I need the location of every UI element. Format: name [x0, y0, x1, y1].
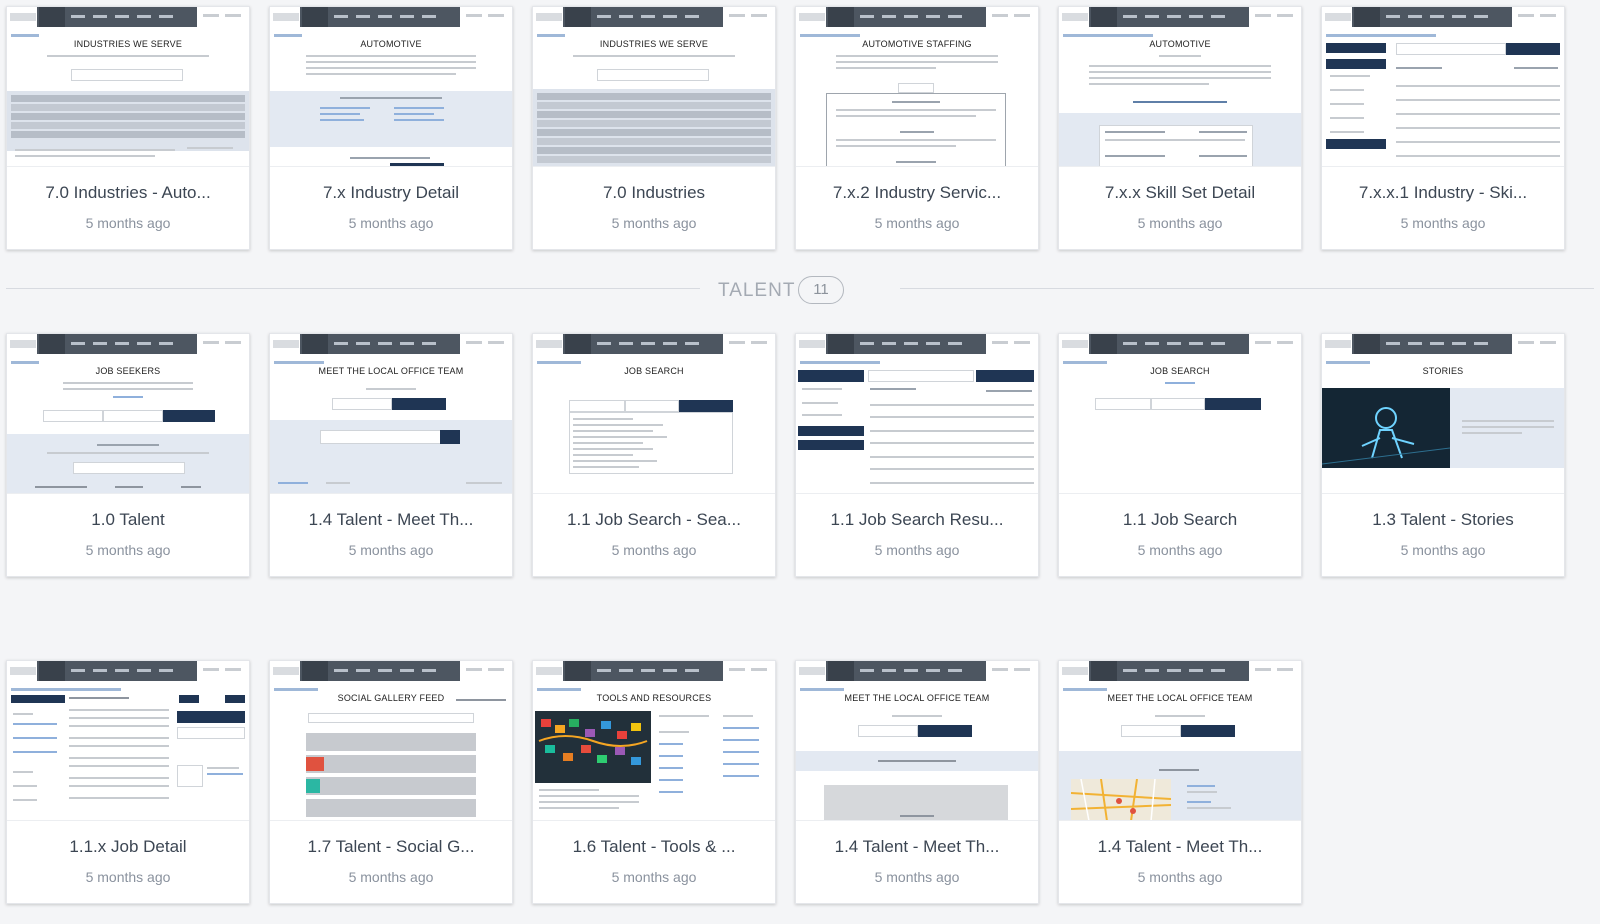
thumb-heading: INDUSTRIES WE SERVE [599, 39, 709, 49]
card-timestamp: 5 months ago [1137, 215, 1223, 231]
prototype-card[interactable]: INDUSTRIES WE SERVE 7.0 Industries 5 mon… [532, 6, 776, 250]
card-title: 7.0 Industries [602, 183, 706, 202]
prototype-card[interactable]: MEET THE LOCAL OFFICE TEAM 1.4 Talent - … [795, 660, 1039, 904]
thumb-heading: JOB SEARCH [1150, 366, 1210, 376]
prototype-card[interactable]: AUTOMOTIVE STAFFING 7.x.2 Industry Servi… [795, 6, 1039, 250]
thumb-heading: AUTOMOTIVE STAFFING [862, 39, 972, 49]
card-title: 1.4 Talent - Meet Th... [308, 510, 474, 529]
card-timestamp: 5 months ago [1137, 542, 1223, 558]
card-timestamp: 5 months ago [874, 542, 960, 558]
card-thumbnail: MEET THE LOCAL OFFICE TEAM [270, 334, 512, 494]
card-timestamp: 5 months ago [348, 869, 434, 885]
card-title: 1.0 Talent [91, 510, 165, 529]
thumb-heading: AUTOMOTIVE [1149, 39, 1211, 49]
prototype-card[interactable]: MEET THE LOCAL OFFICE TEAM 1.4 Talent - … [1058, 660, 1302, 904]
prototype-card[interactable]: TOOLS AND RESOURCES 1.6 Talent - Tools &… [532, 660, 776, 904]
card-title: 7.x.x.1 Industry - Ski... [1358, 183, 1528, 202]
prototype-card[interactable]: INDUSTRIES WE SERVE 7.0 Industries - Aut… [6, 6, 250, 250]
card-timestamp: 5 months ago [611, 542, 697, 558]
thumb-heading: STORIES [1422, 366, 1464, 376]
card-title: 7.x Industry Detail [322, 183, 460, 202]
card-thumbnail [796, 334, 1038, 494]
card-thumbnail: AUTOMOTIVE STAFFING [796, 7, 1038, 167]
section-count-badge: 11 [798, 276, 844, 304]
card-thumbnail: JOB SEEKERS [7, 334, 249, 494]
card-thumbnail: AUTOMOTIVE [1059, 7, 1301, 167]
card-timestamp: 5 months ago [85, 215, 171, 231]
prototype-card[interactable]: 1.1.x Job Detail 5 months ago [6, 660, 250, 904]
thumb-heading: TOOLS AND RESOURCES [596, 693, 712, 703]
card-timestamp: 5 months ago [874, 215, 960, 231]
card-timestamp: 5 months ago [874, 869, 960, 885]
thumb-heading: JOB SEARCH [624, 366, 684, 376]
card-title: 1.4 Talent - Meet Th... [834, 837, 1000, 856]
card-thumbnail [7, 661, 249, 821]
card-title: 1.1 Job Search [1122, 510, 1238, 529]
card-timestamp: 5 months ago [611, 869, 697, 885]
prototype-card[interactable]: JOB SEARCH 1.1 Job Search - Sea... 5 mon… [532, 333, 776, 577]
thumb-heading: SOCIAL GALLERY FEED [337, 693, 445, 703]
card-title: 1.6 Talent - Tools & ... [572, 837, 736, 856]
card-thumbnail: MEET THE LOCAL OFFICE TEAM [1059, 661, 1301, 821]
card-timestamp: 5 months ago [85, 542, 171, 558]
card-thumbnail: AUTOMOTIVE [270, 7, 512, 167]
card-timestamp: 5 months ago [1400, 542, 1486, 558]
card-timestamp: 5 months ago [1137, 869, 1223, 885]
section-label: TALENT [718, 280, 796, 301]
card-thumbnail: STORIES [1322, 334, 1564, 494]
card-title: 1.3 Talent - Stories [1372, 510, 1514, 529]
tools-infographic [535, 711, 651, 783]
card-title: 1.4 Talent - Meet Th... [1097, 837, 1263, 856]
card-title: 7.x.x Skill Set Detail [1104, 183, 1256, 202]
card-title: 7.x.2 Industry Servic... [832, 183, 1002, 202]
card-title: 1.1 Job Search Resu... [830, 510, 1004, 529]
prototype-card[interactable]: AUTOMOTIVE 7.x.x Skill Set Detail 5 mont… [1058, 6, 1302, 250]
card-timestamp: 5 months ago [348, 542, 434, 558]
prototype-card[interactable]: AUTOMOTIVE 7.x Industry Detail 5 months … [269, 6, 513, 250]
card-thumbnail: JOB SEARCH [533, 334, 775, 494]
prototype-card[interactable]: JOB SEARCH 1.1 Job Search 5 months ago [1058, 333, 1302, 577]
card-timestamp: 5 months ago [85, 869, 171, 885]
thumb-heading: AUTOMOTIVE [360, 39, 422, 49]
card-thumbnail: TOOLS AND RESOURCES [533, 661, 775, 821]
section-header[interactable]: TALENT 11 [700, 276, 900, 304]
card-timestamp: 5 months ago [348, 215, 434, 231]
thumb-heading: INDUSTRIES WE SERVE [73, 39, 183, 49]
card-timestamp: 5 months ago [611, 215, 697, 231]
thumb-heading: MEET THE LOCAL OFFICE TEAM [844, 693, 990, 703]
card-title: 1.1 Job Search - Sea... [567, 510, 741, 529]
prototype-card[interactable]: JOB SEEKERS 1.0 Talent 5 months ago [6, 333, 250, 577]
prototype-card[interactable]: STORIES 1.3 Talent - Stories 5 months ag… [1321, 333, 1565, 577]
card-thumbnail: JOB SEARCH [1059, 334, 1301, 494]
thumb-heading: JOB SEEKERS [95, 366, 161, 376]
thumb-heading: MEET THE LOCAL OFFICE TEAM [1107, 693, 1253, 703]
card-title: 1.7 Talent - Social G... [307, 837, 475, 856]
prototype-card[interactable]: 7.x.x.1 Industry - Ski... 5 months ago [1321, 6, 1565, 250]
card-thumbnail [1322, 7, 1564, 167]
thumb-heading: MEET THE LOCAL OFFICE TEAM [318, 366, 464, 376]
story-hero-image [1322, 388, 1451, 468]
card-timestamp: 5 months ago [1400, 215, 1486, 231]
card-thumbnail: INDUSTRIES WE SERVE [533, 7, 775, 167]
prototype-card[interactable]: MEET THE LOCAL OFFICE TEAM 1.4 Talent - … [269, 333, 513, 577]
office-map[interactable] [1070, 778, 1172, 820]
card-title: 7.0 Industries - Auto... [45, 183, 211, 202]
prototype-card[interactable]: SOCIAL GALLERY FEED 1.7 Talent - Social … [269, 660, 513, 904]
card-thumbnail: MEET THE LOCAL OFFICE TEAM [796, 661, 1038, 821]
card-thumbnail: SOCIAL GALLERY FEED [270, 661, 512, 821]
prototype-card[interactable]: 1.1 Job Search Resu... 5 months ago [795, 333, 1039, 577]
card-title: 1.1.x Job Detail [69, 837, 187, 856]
card-thumbnail: INDUSTRIES WE SERVE [7, 7, 249, 167]
